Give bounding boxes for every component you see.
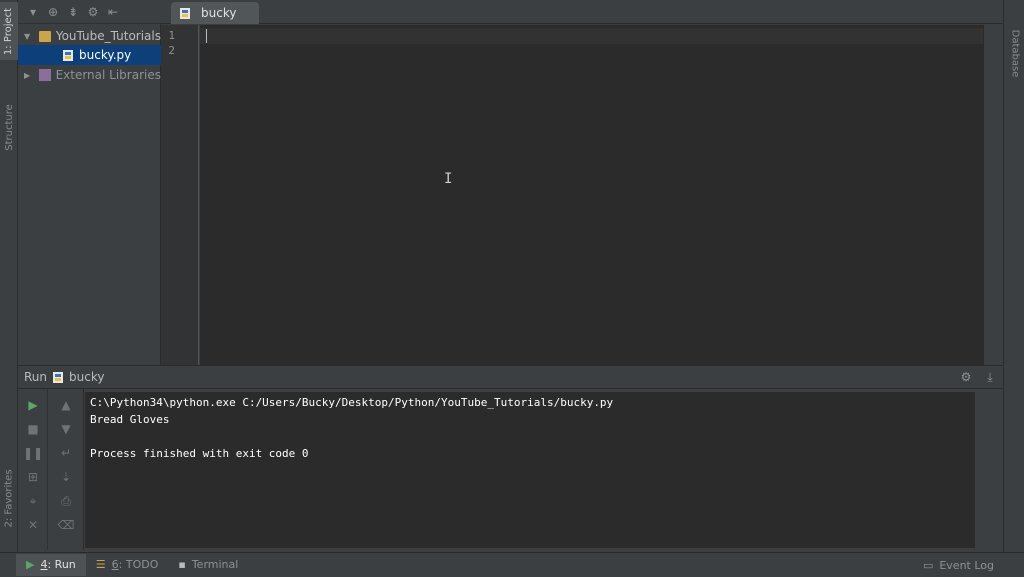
text-caret xyxy=(206,29,207,43)
bottom-tab-run-label: 4: Run xyxy=(40,558,75,571)
run-tab-text: : Run xyxy=(47,558,76,571)
run-toolbar: ▶ ■ ❚❚ ⊞ ⌖ ✕ xyxy=(18,389,48,550)
scroll-down-icon[interactable]: ▼ xyxy=(58,421,74,437)
project-toolbar: ▾ ⊕ ⇟ ⚙ ⇤ xyxy=(18,0,161,24)
event-log-label: Event Log xyxy=(939,558,994,572)
left-tool-strip: 1: Project Structure 2: Favorites xyxy=(0,0,18,552)
tab-favorites[interactable]: 2: Favorites xyxy=(0,458,18,538)
run-panel-header: Run bucky ⚙ ⤓ xyxy=(18,365,1003,389)
run-icon: ▶ xyxy=(26,558,35,571)
bottom-tab-todo[interactable]: ☰ 6: TODO xyxy=(86,554,169,576)
console-line: C:\Python34\python.exe C:/Users/Bucky/De… xyxy=(90,396,614,409)
tab-structure[interactable]: Structure xyxy=(0,92,18,162)
print-icon[interactable]: ⎙ xyxy=(58,493,74,509)
bottom-tab-terminal[interactable]: ▪ Terminal xyxy=(168,554,248,576)
python-file-icon xyxy=(52,371,64,384)
editor-gutter: 1 2 xyxy=(161,25,199,365)
console-output[interactable]: C:\Python34\python.exe C:/Users/Bucky/De… xyxy=(85,392,975,548)
collapse-all-icon[interactable]: ⇟ xyxy=(66,5,80,19)
line-number: 2 xyxy=(168,44,175,57)
expand-arrow-icon[interactable]: ▼ xyxy=(24,32,33,41)
terminal-icon: ▪ xyxy=(178,558,186,571)
collapse-arrow-icon[interactable]: ▶ xyxy=(24,71,33,80)
tree-item-bucky-py[interactable]: bucky.py xyxy=(18,45,161,65)
gear-icon[interactable]: ⚙ xyxy=(959,370,973,384)
tree-item-label: External Libraries xyxy=(55,68,161,82)
clear-all-icon[interactable]: ⌫ xyxy=(58,517,75,533)
bottom-tab-terminal-label: Terminal xyxy=(191,558,239,571)
rerun-icon[interactable]: ▶ xyxy=(25,397,41,413)
tree-item-label: bucky.py xyxy=(79,48,132,62)
todo-icon: ☰ xyxy=(95,558,106,571)
python-file-icon xyxy=(62,49,74,62)
pause-icon[interactable]: ❚❚ xyxy=(23,445,43,461)
scroll-up-icon[interactable]: ▲ xyxy=(58,397,74,413)
todo-tab-text: : TODO xyxy=(118,558,159,571)
stop-icon[interactable]: ■ xyxy=(25,421,41,437)
editor-scrollbar[interactable] xyxy=(983,25,1003,365)
run-config-name[interactable]: bucky xyxy=(69,370,104,384)
bottom-tab-run[interactable]: ▶ 4: Run xyxy=(16,553,86,576)
view-mode-icon[interactable]: ▾ xyxy=(26,5,40,19)
tab-database-label: Database xyxy=(1009,29,1020,77)
tab-structure-label: Structure xyxy=(3,103,15,151)
line-number: 1 xyxy=(168,29,175,42)
gear-icon[interactable]: ⚙ xyxy=(86,5,100,19)
library-icon xyxy=(39,69,51,81)
console-line: Process finished with exit code 0 xyxy=(90,447,309,460)
close-icon[interactable]: ✕ xyxy=(25,517,41,533)
todo-tab-number: 6 xyxy=(111,558,119,571)
console-toolbar: ▲ ▼ ↵ ⇣ ⎙ ⌫ xyxy=(48,389,84,550)
code-editor[interactable]: I xyxy=(200,25,983,365)
folder-icon xyxy=(38,30,51,42)
tree-item-external-libraries[interactable]: ▶ External Libraries xyxy=(18,65,161,85)
event-log-button[interactable]: ▭ Event Log xyxy=(923,553,994,577)
restore-layout-icon[interactable]: ⊞ xyxy=(25,469,41,485)
run-header-tools: ⚙ ⤓ xyxy=(959,370,997,385)
current-line-highlight xyxy=(200,28,983,44)
project-panel: ▾ ⊕ ⇟ ⚙ ⇤ ▼ YouTube_Tutorials bucky.py ▶… xyxy=(18,0,161,365)
tab-project-label: 1: Project xyxy=(3,7,15,55)
run-panel-title: Run xyxy=(24,370,48,384)
right-tool-strip: Database xyxy=(1003,0,1024,552)
soft-wrap-icon[interactable]: ↵ xyxy=(58,445,74,461)
python-file-icon xyxy=(179,7,191,20)
sync-icon[interactable]: ⊕ xyxy=(46,5,60,19)
console-scrollbar[interactable] xyxy=(975,392,999,548)
hide-panel-icon[interactable]: ⇤ xyxy=(106,5,120,19)
scroll-to-end-icon[interactable]: ⇣ xyxy=(58,469,74,485)
editor-tab-bucky[interactable]: bucky xyxy=(171,2,259,24)
console-line: Bread Gloves xyxy=(90,413,170,426)
editor-tab-label: bucky xyxy=(201,6,237,20)
tab-database[interactable]: Database xyxy=(1004,28,1024,78)
tree-item-label: YouTube_Tutorials xyxy=(55,29,161,43)
status-bar: ▶ 4: Run ☰ 6: TODO ▪ Terminal ▭ Event Lo… xyxy=(0,552,1024,576)
event-log-icon: ▭ xyxy=(922,558,934,572)
mouse-ibeam-cursor: I xyxy=(444,171,453,187)
tab-favorites-label: 2: Favorites xyxy=(3,468,15,528)
hide-panel-icon[interactable]: ⤓ xyxy=(983,370,997,384)
bottom-tab-todo-label: 6: TODO xyxy=(112,558,159,571)
tab-project[interactable]: 1: Project xyxy=(0,2,18,60)
editor-tab-bar: bucky xyxy=(161,0,1003,24)
tree-item-project-root[interactable]: ▼ YouTube_Tutorials xyxy=(18,26,161,46)
pin-icon[interactable]: ⌖ xyxy=(25,493,41,509)
